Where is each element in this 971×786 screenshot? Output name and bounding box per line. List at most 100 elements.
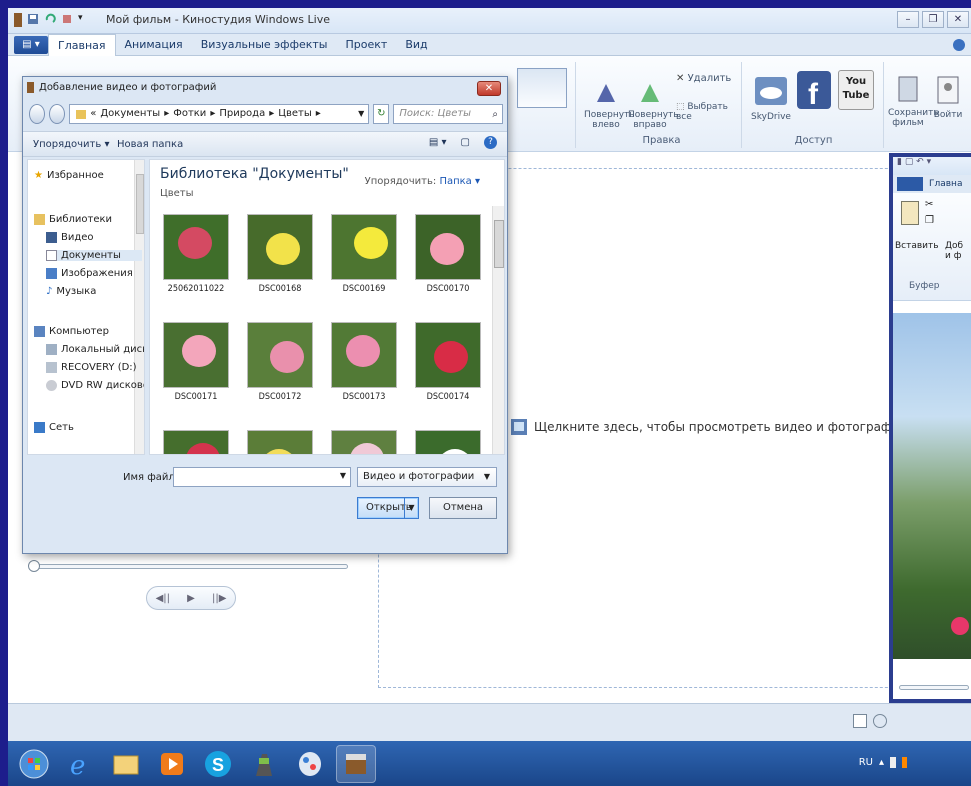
add-media-button[interactable]: Доб и ф [945,241,971,261]
previous-frame-button[interactable]: ◀|| [156,593,170,604]
file-menu-button[interactable]: ▤ ▾ [14,35,48,54]
tab-project[interactable]: Проект [337,34,397,56]
rotate-left-button[interactable]: Повернуть влево [584,82,635,130]
address-path[interactable]: « Документы ▸ Фотки ▸ Природа ▸ Цветы ▸ ▼ [69,104,370,124]
file-thumbnail[interactable] [324,430,404,454]
facebook-button[interactable]: f [794,70,834,116]
seek-bar[interactable] [30,564,348,569]
maximize-button[interactable]: ❐ [922,11,944,28]
paint-taskbar[interactable] [290,745,330,783]
open-button[interactable]: Открыть ▼ [357,497,419,519]
select-all-button[interactable]: ⬚ Выбрать все [676,102,740,122]
youtube-button[interactable]: You Tube [836,70,876,110]
paste-button[interactable]: Вставить [895,241,939,251]
nav-favorites[interactable]: ★ Избранное [34,170,104,181]
file-thumbnail[interactable]: DSC00168 [240,214,320,294]
back-button[interactable] [29,104,46,124]
zoom-out-icon[interactable] [873,714,887,728]
tray-expand-icon[interactable]: ▴ [879,757,884,768]
tab-animation[interactable]: Анимация [116,34,192,56]
rotate-right-button[interactable]: Повернуть вправо [628,82,679,130]
seek-handle[interactable] [28,560,40,572]
filename-dropdown-icon[interactable]: ▼ [340,471,346,480]
cancel-button[interactable]: Отмена [429,497,497,519]
internet-explorer-taskbar[interactable]: e [60,745,100,783]
tab-home[interactable]: Главная [48,33,116,56]
second-window-file-button[interactable] [897,177,923,191]
clapper-taskbar[interactable] [244,745,284,783]
open-split-dropdown-icon[interactable]: ▼ [404,498,418,518]
nav-scrollbar[interactable] [134,160,144,454]
theme-thumbnail-icon[interactable] [516,68,567,108]
breadcrumb-photos[interactable]: Фотки [173,105,206,123]
nav-local-disk[interactable]: Локальный диск [46,344,144,355]
file-thumbnail[interactable]: DSC00174 [408,322,488,402]
nav-music[interactable]: ♪ Музыка [46,286,96,297]
media-player-taskbar[interactable] [152,745,192,783]
new-folder-button[interactable]: Новая папка [117,139,183,150]
file-thumbnail[interactable] [240,430,320,454]
redo-icon[interactable] [61,13,73,27]
breadcrumb-documents[interactable]: Документы [100,105,160,123]
nav-computer[interactable]: Компьютер [34,326,109,337]
battery-icon[interactable] [902,757,907,768]
sign-in-button[interactable]: Войти [928,76,968,120]
file-thumbnail[interactable]: 25062011022 [156,214,236,294]
file-thumbnail[interactable] [408,430,488,454]
movie-maker-taskbar[interactable] [336,744,376,783]
file-type-select[interactable]: Видео и фотографии ▼ [357,467,497,487]
second-window-seek-bar[interactable] [899,685,969,690]
qat-dropdown-icon[interactable]: ▾ [78,13,90,27]
tab-visual-effects[interactable]: Визуальные эффекты [192,34,337,56]
second-window-tab-home[interactable]: Главна [929,179,962,189]
storyboard-hint[interactable]: Щелкните здесь, чтобы просмотреть видео … [510,418,907,436]
view-mode-icon[interactable]: ▤ ▾ [429,137,447,148]
filename-input[interactable]: ▼ [173,467,351,487]
file-thumbnail[interactable]: DSC00171 [156,322,236,402]
play-button[interactable]: ▶ [187,593,195,604]
nav-scroll-thumb[interactable] [136,174,144,234]
nav-documents[interactable]: Документы [46,250,142,261]
file-thumbnail[interactable]: DSC00172 [240,322,320,402]
file-list-scrollbar[interactable] [492,206,504,454]
second-movie-maker-window[interactable]: ▮ ▢ ↶ ▾ Главна ✂ ❐ Вставить Доб и ф Буфе… [889,153,971,703]
explorer-taskbar[interactable] [106,745,146,783]
preview-pane-icon[interactable]: ▢ [461,137,470,148]
nav-dvd[interactable]: DVD RW дисково [46,380,144,391]
address-overflow[interactable]: « [90,105,96,123]
address-dropdown-icon[interactable]: ▼ [358,105,364,123]
dialog-close-button[interactable]: ✕ [477,81,501,96]
nav-network[interactable]: Сеть [34,422,74,433]
nav-video[interactable]: Видео [46,232,94,243]
nav-libraries[interactable]: Библиотеки [34,214,112,225]
file-list-scroll-thumb[interactable] [494,220,504,268]
file-thumbnail[interactable]: DSC00173 [324,322,404,402]
tab-view[interactable]: Вид [396,34,436,56]
undo-icon[interactable] [44,13,56,27]
minimize-button[interactable]: – [897,11,919,28]
nav-recovery[interactable]: RECOVERY (D:) [46,362,137,373]
save-movie-button[interactable]: Сохранить фильм [888,76,939,128]
start-button[interactable] [14,745,54,783]
skype-taskbar[interactable]: S [198,745,238,783]
delete-button[interactable]: ✕ Удалить [676,74,740,84]
file-thumbnail[interactable] [156,430,236,454]
dialog-help-icon[interactable]: ? [484,136,497,149]
skydrive-button[interactable]: SkyDrive [750,76,792,122]
forward-button[interactable] [49,104,66,124]
breadcrumb-nature[interactable]: Природа [219,105,265,123]
refresh-button[interactable]: ↻ [373,104,390,124]
language-indicator[interactable]: RU [859,757,873,768]
storyboard-view-icon[interactable] [853,714,867,728]
help-icon[interactable] [953,38,965,51]
breadcrumb-flowers[interactable]: Цветы [278,105,312,123]
close-button[interactable]: ✕ [947,11,969,28]
save-icon[interactable] [27,13,39,27]
next-frame-button[interactable]: ||▶ [212,593,226,604]
network-icon[interactable] [890,757,896,768]
file-thumbnail[interactable]: DSC00170 [408,214,488,294]
organize-button[interactable]: Упорядочить ▾ [33,139,109,150]
nav-images[interactable]: Изображения [46,268,133,279]
file-thumbnail[interactable]: DSC00169 [324,214,404,294]
search-input[interactable]: Поиск: Цветы ⌕ [393,104,503,124]
